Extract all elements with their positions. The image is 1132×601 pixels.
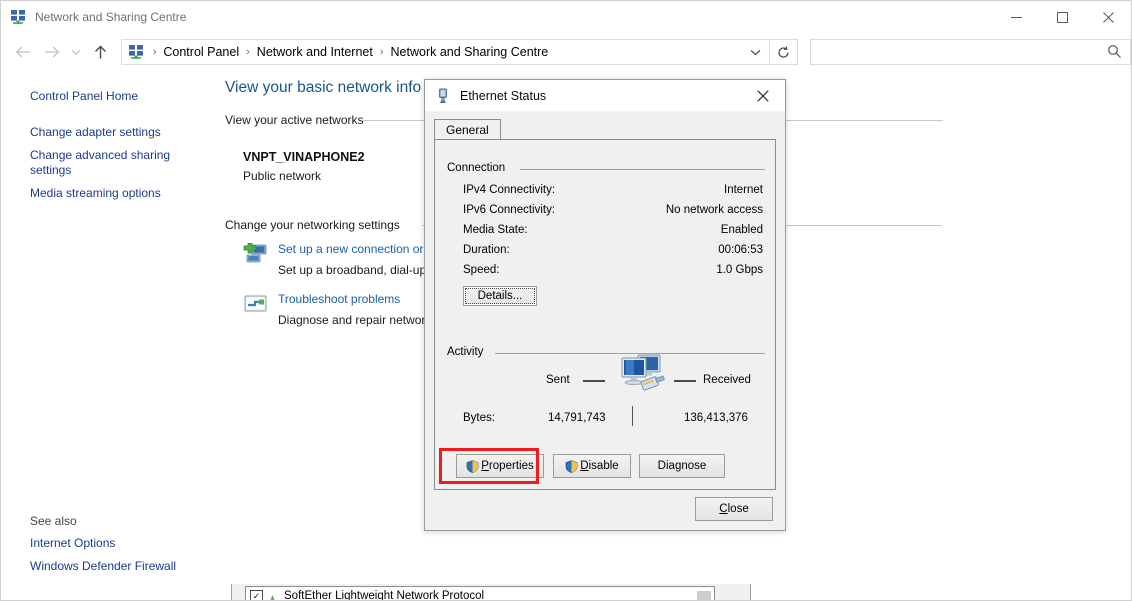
sidebar: Control Panel Home Change adapter settin… — [1, 71, 215, 600]
sidebar-item-control-panel-home[interactable]: Control Panel Home — [30, 89, 200, 104]
breadcrumb-separator: › — [379, 46, 384, 58]
close-button[interactable] — [1085, 1, 1131, 33]
close-button-label: Close — [719, 503, 749, 515]
protocol-icon — [267, 592, 278, 600]
address-chevron-down-icon[interactable] — [743, 40, 769, 64]
sent-label: Sent — [546, 374, 570, 386]
title-bar: Network and Sharing Centre — [1, 1, 1131, 33]
sidebar-item-windows-defender-firewall[interactable]: Windows Defender Firewall — [30, 559, 200, 574]
task-desc-set-up-new-connection: Set up a broadband, dial-up — [278, 263, 427, 277]
protocol-checkbox[interactable]: ✓ — [250, 590, 263, 600]
dialog-title-bar: Ethernet Status — [425, 80, 785, 111]
tab-page-general: Connection IPv4 Connectivity: Internet I… — [434, 139, 776, 490]
bytes-label: Bytes: — [463, 412, 495, 424]
window-controls — [993, 1, 1131, 33]
back-arrow-icon[interactable] — [9, 37, 37, 67]
see-also-heading: See also — [30, 514, 77, 528]
ipv4-connectivity-value: Internet — [724, 184, 763, 196]
speed-label: Speed: — [463, 264, 500, 276]
search-icon — [1107, 44, 1122, 62]
address-bar[interactable]: › Control Panel › Network and Internet ›… — [120, 39, 770, 65]
bytes-received-value: 136,413,376 — [684, 412, 748, 424]
search-box[interactable] — [810, 39, 1131, 65]
dialog-tabstrip: General — [434, 119, 776, 140]
diagnose-button-label: Diagnose — [657, 460, 707, 472]
ipv4-connectivity-label: IPv4 Connectivity: — [463, 184, 556, 196]
connection-group-label: Connection — [447, 162, 511, 174]
disable-button-label: Disable — [580, 460, 619, 472]
activity-group-label: Activity — [447, 346, 489, 358]
tab-general[interactable]: General — [434, 119, 501, 140]
change-settings-heading: Change your networking settings — [225, 218, 400, 232]
minimize-button[interactable] — [993, 1, 1039, 33]
page-title: View your basic network info — [225, 79, 422, 96]
breadcrumb-separator: › — [152, 46, 157, 58]
properties-button[interactable]: Properties — [456, 454, 544, 478]
network-icon — [10, 9, 26, 25]
details-button-label: Details... — [477, 290, 523, 302]
sidebar-item-internet-options[interactable]: Internet Options — [30, 536, 200, 551]
forward-arrow-icon[interactable] — [37, 37, 65, 67]
sidebar-item-media-streaming-options[interactable]: Media streaming options — [30, 186, 200, 201]
bytes-sent-value: 14,791,743 — [548, 412, 606, 424]
properties-button-label: Properties — [481, 460, 534, 472]
breadcrumb-network-and-internet[interactable]: Network and Internet — [255, 45, 375, 59]
ethernet-plug-icon — [436, 88, 450, 104]
media-state-value: Enabled — [720, 224, 763, 236]
dialog-title: Ethernet Status — [460, 88, 547, 103]
shield-icon — [466, 459, 479, 473]
sent-connector-line — [583, 380, 605, 382]
duration-label: Duration: — [463, 244, 510, 256]
ethernet-status-dialog: Ethernet Status General Connection IPv4 … — [424, 79, 786, 531]
search-input[interactable] — [818, 44, 1123, 60]
active-networks-heading: View your active networks — [225, 113, 364, 127]
up-arrow-icon[interactable] — [86, 37, 114, 67]
background-properties-strip: ✓ SoftEther Lightweight Network Protocol — [231, 582, 751, 600]
dialog-body: General Connection IPv4 Connectivity: In… — [425, 111, 785, 530]
disable-button[interactable]: Disable — [553, 454, 631, 478]
details-button[interactable]: Details... — [463, 286, 537, 306]
two-computers-network-icon — [616, 350, 670, 400]
duration-value: 00:06:53 — [718, 244, 763, 256]
received-connector-line — [674, 380, 696, 382]
explorer-window: Network and Sharing Centre › Control Pan… — [0, 0, 1132, 601]
task-link-set-up-new-connection[interactable]: Set up a new connection or — [278, 242, 423, 256]
media-state-label: Media State: — [463, 224, 528, 236]
address-network-icon — [128, 44, 144, 60]
breadcrumb-control-panel[interactable]: Control Panel — [161, 45, 241, 59]
new-connection-icon — [243, 242, 269, 267]
received-label: Received — [703, 374, 751, 386]
bytes-separator — [632, 406, 633, 426]
speed-value: 1.0 Gbps — [716, 264, 763, 276]
network-name: VNPT_VINAPHONE2 — [243, 150, 365, 164]
navigation-bar: › Control Panel › Network and Internet ›… — [1, 33, 1131, 71]
sidebar-item-change-advanced-sharing-settings[interactable]: Change advanced sharing settings — [30, 148, 200, 178]
ipv6-connectivity-value: No network access — [665, 204, 763, 216]
network-type: Public network — [243, 169, 322, 183]
dialog-close-icon[interactable] — [741, 80, 785, 111]
task-link-troubleshoot-problems[interactable]: Troubleshoot problems — [278, 292, 400, 306]
breadcrumb-separator: › — [246, 46, 250, 58]
connection-group-rule — [520, 169, 765, 170]
task-desc-troubleshoot-problems: Diagnose and repair networ — [278, 313, 426, 327]
ipv6-connectivity-label: IPv6 Connectivity: — [463, 204, 556, 216]
recent-locations-chevron-down-icon[interactable] — [66, 37, 87, 67]
shield-icon — [565, 459, 578, 473]
diagnose-button[interactable]: Diagnose — [639, 454, 725, 478]
protocol-label: SoftEther Lightweight Network Protocol — [284, 590, 485, 600]
refresh-icon[interactable] — [769, 39, 799, 65]
protocol-scrollbar-thumb[interactable] — [697, 591, 711, 600]
dialog-close-button[interactable]: Close — [695, 497, 773, 521]
window-title: Network and Sharing Centre — [35, 10, 187, 24]
breadcrumb-network-and-sharing-centre[interactable]: Network and Sharing Centre — [389, 45, 551, 59]
protocol-list: ✓ SoftEther Lightweight Network Protocol — [245, 586, 715, 600]
sidebar-item-change-adapter-settings[interactable]: Change adapter settings — [30, 125, 200, 140]
maximize-button[interactable] — [1039, 1, 1085, 33]
troubleshoot-icon — [243, 293, 269, 317]
